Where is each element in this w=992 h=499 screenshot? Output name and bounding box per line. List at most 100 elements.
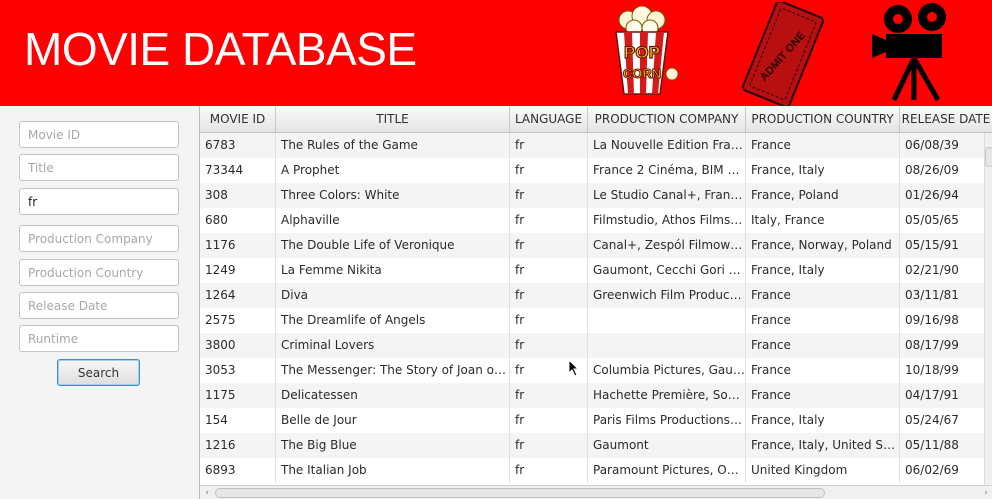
table-row[interactable]: 1264 Diva fr Greenwich Film Producti… France… [200, 283, 992, 308]
table-row[interactable]: 1176 The Double Life of Veronique fr Canal+… [200, 233, 992, 258]
language-field[interactable] [19, 188, 179, 215]
cell-release-date: 08/26/09 [900, 158, 992, 183]
table-row[interactable]: 6783 The Rules of the Game fr La Nouvelle E… [200, 133, 992, 158]
cell-title: Delicatessen [276, 383, 510, 408]
cell-release-date: 05/11/88 [900, 433, 992, 458]
table-row[interactable]: 3800 Criminal Lovers fr France 08/17/99 [200, 333, 992, 358]
cell-title: A Prophet [276, 158, 510, 183]
search-panel: Search [0, 106, 199, 499]
table-row[interactable]: 2575 The Dreamlife of Angels fr France 09/16… [200, 308, 992, 333]
admit-one-ticket-icon: ADMIT ONE [742, 2, 824, 106]
column-header-language[interactable]: LANGUAGE [510, 106, 588, 133]
table-row[interactable]: 680 Alphaville fr Filmstudio, Athos Films, … [200, 208, 992, 233]
movie-table: MOVIE ID TITLE LANGUAGE PRODUCTION COMPA… [199, 106, 992, 499]
search-button[interactable]: Search [57, 359, 140, 386]
cell-production-country: France [746, 333, 900, 358]
app-header: MOVIE DATABASE POP CORN ADMIT ONE [0, 0, 992, 106]
column-header-production-country[interactable]: PRODUCTION COUNTRY [746, 106, 900, 133]
cell-movie-id: 1175 [200, 383, 276, 408]
production-country-field[interactable] [19, 259, 179, 286]
cell-language: fr [510, 408, 588, 433]
cell-production-country: France [746, 283, 900, 308]
cell-title: Belle de Jour [276, 408, 510, 433]
cell-title: The Double Life of Veronique [276, 233, 510, 258]
cell-production-company [588, 308, 746, 333]
cell-movie-id: 1176 [200, 233, 276, 258]
table-body: 6783 The Rules of the Game fr La Nouvelle E… [200, 133, 992, 483]
cell-production-company: Gaumont [588, 433, 746, 458]
table-row[interactable]: 308 Three Colors: White fr Le Studio Canal+… [200, 183, 992, 208]
cell-movie-id: 680 [200, 208, 276, 233]
cell-release-date: 09/16/98 [900, 308, 992, 333]
cell-production-country: Italy, France [746, 208, 900, 233]
cell-production-company: La Nouvelle Edition Franc… [588, 133, 746, 158]
cell-production-country: France, Italy, United Sta… [746, 433, 900, 458]
table-row[interactable]: 73344 A Prophet fr France 2 Cinéma, BIM Di…… [200, 158, 992, 183]
cell-movie-id: 6783 [200, 133, 276, 158]
title-field[interactable] [19, 154, 179, 181]
svg-text:POP: POP [624, 43, 660, 62]
column-header-movie-id[interactable]: MOVIE ID [200, 106, 276, 133]
horizontal-scrollbar[interactable]: ‹ › [200, 485, 992, 499]
cell-release-date: 10/18/99 [900, 358, 992, 383]
runtime-field[interactable] [19, 325, 179, 352]
cell-release-date: 05/15/91 [900, 233, 992, 258]
cell-title: Diva [276, 283, 510, 308]
table-row[interactable]: 154 Belle de Jour fr Paris Films Production… [200, 408, 992, 433]
table-row[interactable]: 6893 The Italian Job fr Paramount Pictures,… [200, 458, 992, 483]
column-header-title[interactable]: TITLE [276, 106, 510, 133]
cell-language: fr [510, 133, 588, 158]
cell-title: Criminal Lovers [276, 333, 510, 358]
table-row[interactable]: 1249 La Femme Nikita fr Gaumont, Cecchi Gor… [200, 258, 992, 283]
cell-movie-id: 3053 [200, 358, 276, 383]
cell-production-country: France, Italy [746, 408, 900, 433]
cell-production-company: France 2 Cinéma, BIM Di… [588, 158, 746, 183]
cell-movie-id: 154 [200, 408, 276, 433]
production-company-field[interactable] [19, 225, 179, 252]
cell-language: fr [510, 283, 588, 308]
table-row[interactable]: 1175 Delicatessen fr Hachette Première, Sof… [200, 383, 992, 408]
svg-text:CORN: CORN [623, 66, 661, 81]
cell-movie-id: 73344 [200, 158, 276, 183]
table-row[interactable]: 3053 The Messenger: The Story of Joan of … [200, 358, 992, 383]
movie-camera-icon [872, 3, 946, 102]
cell-production-company: Paris Films Productions, … [588, 408, 746, 433]
cell-production-company: Canal+, Zespól Filmowy … [588, 233, 746, 258]
horizontal-scroll-thumb[interactable] [215, 488, 825, 498]
cell-production-company [588, 333, 746, 358]
cell-movie-id: 1216 [200, 433, 276, 458]
scroll-right-arrow[interactable]: › [980, 487, 992, 499]
cell-release-date: 08/17/99 [900, 333, 992, 358]
cell-production-country: France, Poland [746, 183, 900, 208]
scroll-left-arrow[interactable]: ‹ [201, 487, 213, 499]
cell-release-date: 02/21/90 [900, 258, 992, 283]
cell-title: The Big Blue [276, 433, 510, 458]
cell-language: fr [510, 233, 588, 258]
cell-title: The Dreamlife of Angels [276, 308, 510, 333]
cell-title: La Femme Nikita [276, 258, 510, 283]
cell-language: fr [510, 458, 588, 483]
mouse-cursor-icon [568, 359, 580, 377]
cell-release-date: 04/17/91 [900, 383, 992, 408]
cell-production-company: Filmstudio, Athos Films, … [588, 208, 746, 233]
table-row[interactable]: 1216 The Big Blue fr Gaumont France, Italy, … [200, 433, 992, 458]
movie-id-field[interactable] [19, 121, 179, 148]
vertical-scrollbar[interactable] [984, 133, 992, 485]
column-header-production-company[interactable]: PRODUCTION COMPANY [588, 106, 746, 133]
vertical-scroll-thumb[interactable] [985, 147, 992, 167]
cell-production-country: France, Italy [746, 258, 900, 283]
cell-language: fr [510, 433, 588, 458]
cell-production-company: Paramount Pictures, Oak… [588, 458, 746, 483]
cell-production-company: Hachette Première, Sofin… [588, 383, 746, 408]
column-header-release-date[interactable]: RELEASE DATE [900, 106, 992, 133]
cell-production-company: Gaumont, Cecchi Gori Gr… [588, 258, 746, 283]
cell-title: The Rules of the Game [276, 133, 510, 158]
cell-production-company: Le Studio Canal+, France… [588, 183, 746, 208]
release-date-field[interactable] [19, 292, 179, 319]
cell-language: fr [510, 308, 588, 333]
cell-release-date: 05/05/65 [900, 208, 992, 233]
cell-language: fr [510, 183, 588, 208]
cell-production-company: Columbia Pictures, Gaum… [588, 358, 746, 383]
cell-language: fr [510, 208, 588, 233]
cell-movie-id: 3800 [200, 333, 276, 358]
